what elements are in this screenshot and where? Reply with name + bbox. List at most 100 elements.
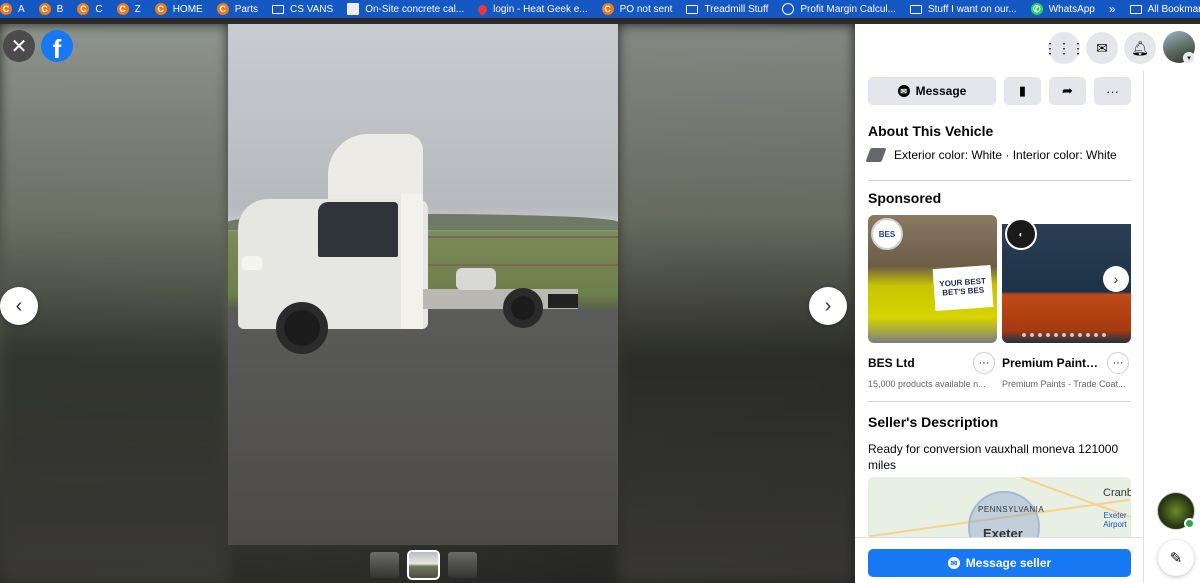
ad-options-button[interactable]: ··· [1107, 352, 1129, 374]
bookmark-icon: ▮ [1018, 83, 1027, 98]
location-map[interactable]: Cranb Exeter Airport PENNSYLVANIA Exeter [868, 477, 1131, 537]
image-icon [347, 3, 360, 15]
van-chassis-end [548, 294, 578, 308]
sponsored-title: Sponsored [868, 190, 942, 206]
previous-photo-button[interactable]: ‹ [0, 287, 38, 325]
listing-photo [228, 24, 618, 545]
bookmark-label: B [56, 3, 64, 15]
bookmark-label: Z [134, 3, 141, 15]
bookmark-z[interactable]: CZ [116, 0, 141, 18]
ad-image[interactable]: ◐ › [1002, 215, 1131, 343]
messenger-button[interactable]: ✉ [1086, 32, 1118, 64]
ad-sign-text: YOUR BEST BET'S BES [932, 265, 994, 311]
share-button[interactable]: ➦ [1049, 77, 1086, 105]
thumbnail[interactable] [448, 552, 477, 578]
photo-viewer: ‹ › [0, 24, 855, 583]
bookmark-label: Stuff I want on our... [927, 3, 1017, 15]
sponsored-ad-bes[interactable]: BES YOUR BEST BET'S BES BES Ltd ··· 15,0… [868, 215, 997, 389]
notifications-button[interactable]: 🔔︎ [1124, 32, 1156, 64]
new-message-button[interactable]: ✎ [1158, 540, 1194, 576]
bookmark-cs-vans[interactable]: CS VANS [272, 0, 333, 18]
drop-icon [476, 2, 490, 16]
c-icon: C [154, 3, 167, 15]
message-seller-button[interactable]: ✉ Message seller [868, 549, 1131, 577]
advertiser-logo: ◐ [1005, 218, 1037, 250]
chevron-left-icon: ‹ [15, 294, 23, 317]
more-icon: ··· [1112, 357, 1124, 369]
bookmark-a[interactable]: CA [0, 0, 25, 18]
van-front-wheel [276, 302, 328, 354]
divider [868, 401, 1131, 402]
online-status-indicator [1184, 518, 1195, 529]
c-icon: C [0, 3, 12, 15]
map-label: PENNSYLVANIA [978, 505, 1045, 514]
close-button[interactable]: ✕ [3, 30, 35, 62]
facebook-logo[interactable]: f [41, 30, 73, 62]
bookmark-label: PO not sent [619, 3, 673, 15]
close-icon: ✕ [10, 35, 28, 58]
advertiser-logo: BES [871, 218, 903, 250]
map-label: Exeter [983, 526, 1023, 537]
folder-icon [272, 4, 285, 14]
sponsored-ad-premium-paints[interactable]: ◐ › Premium Paints... ··· Premium Paints… [1002, 215, 1131, 389]
vehicle-colors-text: Exterior color: White · Interior color: … [894, 148, 1117, 162]
chevron-right-icon: › [824, 294, 832, 317]
next-photo-button[interactable]: › [809, 287, 847, 325]
bookmark-stuff[interactable]: Stuff I want on our... [909, 0, 1017, 18]
ad-options-button[interactable]: ··· [973, 352, 995, 374]
listing-details[interactable]: ✉ Message ▮ ➦ ··· About This Vehicle Exte… [855, 71, 1144, 537]
message-label: Message [915, 84, 967, 98]
compose-icon: ✎ [1169, 550, 1183, 567]
save-button[interactable]: ▮ [1004, 77, 1041, 105]
whatsapp-icon: ✆ [1030, 3, 1043, 15]
carousel-next-button[interactable]: › [1103, 266, 1129, 292]
more-icon: ··· [978, 357, 990, 369]
bookmark-c[interactable]: CC [77, 0, 103, 18]
listing-actions: ✉ Message ▮ ➦ ··· [868, 77, 1131, 105]
c-icon: C [601, 3, 614, 15]
message-seller-label: Message seller [965, 556, 1052, 570]
chevron-right-icon: › [1113, 271, 1119, 287]
bookmark-b[interactable]: CB [38, 0, 64, 18]
bell-icon: 🔔︎ [1131, 39, 1149, 56]
van-headlight [242, 256, 262, 270]
c-icon: C [116, 3, 129, 15]
thumbnail-strip [370, 550, 477, 580]
ad-name[interactable]: BES Ltd [868, 356, 968, 370]
more-options-button[interactable]: ··· [1094, 77, 1131, 105]
ad-image[interactable]: BES YOUR BEST BET'S BES [868, 215, 997, 343]
folder-icon [1129, 4, 1142, 14]
photo-fence [424, 236, 618, 266]
message-button[interactable]: ✉ Message [868, 77, 996, 105]
bookmark-concrete-calc[interactable]: On-Site concrete cal... [347, 0, 464, 18]
bookmark-treadmill[interactable]: Treadmill Stuff [686, 0, 768, 18]
bookmark-po-not-sent[interactable]: C PO not sent [601, 0, 673, 18]
bookmark-whatsapp[interactable]: ✆ WhatsApp [1030, 0, 1095, 18]
paint-brush-icon [865, 148, 887, 162]
about-vehicle-title: About This Vehicle [868, 123, 994, 139]
bookmarks-overflow-button[interactable]: » [1109, 0, 1116, 18]
seller-description-text: Ready for conversion vauxhall moneva 121… [868, 442, 1119, 472]
bookmark-label: WhatsApp [1048, 3, 1095, 15]
van-rear-wheel [503, 288, 543, 328]
messenger-icon: ✉ [897, 85, 910, 97]
bookmark-label: All Bookmarks [1147, 3, 1200, 15]
map-label: Cranb [1103, 487, 1131, 499]
thumbnail-active[interactable] [407, 550, 440, 580]
message-seller-bar: ✉ Message seller [855, 537, 1144, 583]
bookmarks-bar: CA CB CC CZ C HOME C Parts CS VANS On-Site… [0, 0, 1200, 18]
bookmark-label: Treadmill Stuff [704, 3, 769, 15]
bookmark-label: A [18, 3, 25, 15]
bookmark-profit-margin[interactable]: Profit Margin Calcul... [782, 0, 896, 18]
menu-button[interactable]: ⋮⋮⋮ [1043, 32, 1085, 64]
bookmark-parts[interactable]: C Parts [216, 0, 258, 18]
ad-name[interactable]: Premium Paints... [1002, 356, 1102, 370]
c-icon: C [77, 3, 90, 15]
all-bookmarks[interactable]: All Bookmarks [1129, 0, 1200, 18]
van-tank [456, 268, 496, 290]
bookmark-heat-geek[interactable]: login - Heat Geek e... [476, 0, 588, 18]
bookmark-home[interactable]: C HOME [154, 0, 203, 18]
grid-icon: ⋮⋮⋮ [1043, 39, 1085, 56]
thumbnail[interactable] [370, 552, 399, 578]
chevron-down-icon[interactable]: ▾ [1183, 52, 1195, 64]
